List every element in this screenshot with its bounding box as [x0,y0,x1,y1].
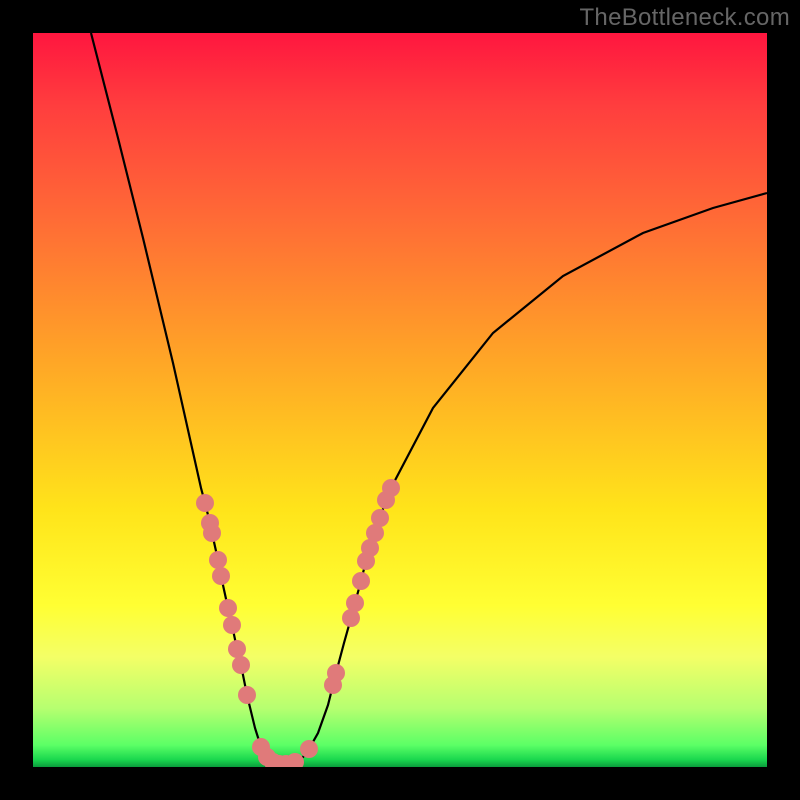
data-dot [223,616,241,634]
data-dot [203,524,221,542]
data-dot [238,686,256,704]
data-dot [300,740,318,758]
data-dot [228,640,246,658]
data-dot [196,494,214,512]
data-dot [371,509,389,527]
data-dot [382,479,400,497]
data-dot [232,656,250,674]
data-dot [209,551,227,569]
bottleneck-curve-path [91,33,767,764]
data-dot [286,753,304,767]
data-dot [346,594,364,612]
data-dot [327,664,345,682]
watermark-text: TheBottleneck.com [579,4,790,32]
chart-plot-area [33,33,767,767]
data-dot [219,599,237,617]
chart-frame: TheBottleneck.com [0,0,800,800]
data-dot [212,567,230,585]
data-dots-group [196,479,400,767]
chart-svg [33,33,767,767]
data-dot [352,572,370,590]
